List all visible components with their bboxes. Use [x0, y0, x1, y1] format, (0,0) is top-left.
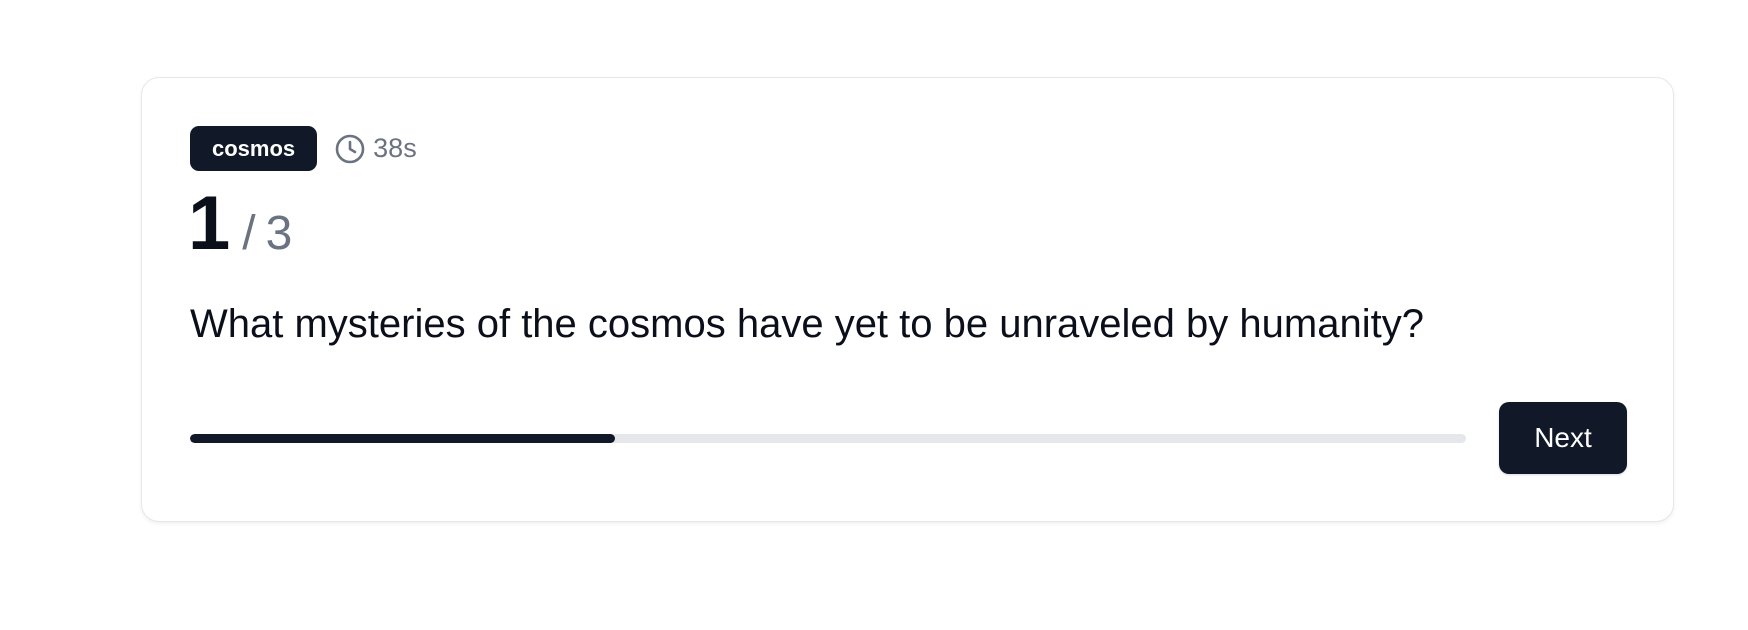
current-question-number: 1 — [188, 181, 231, 266]
progress-fill — [190, 434, 615, 443]
clock-icon — [335, 134, 365, 163]
timer: 38s — [334, 133, 417, 165]
question-text: What mysteries of the cosmos have yet to… — [190, 302, 1424, 346]
quiz-meta: cosmos 38s — [190, 126, 417, 171]
next-button[interactable]: Next — [1499, 402, 1627, 474]
progress-bar — [190, 434, 1466, 443]
timer-value: 38s — [373, 133, 417, 163]
counter-separator: / — [242, 207, 256, 260]
quiz-card: cosmos 38s 1 / 3 What mysteries of the c… — [141, 77, 1674, 522]
total-questions: 3 — [265, 207, 293, 260]
category-badge: cosmos — [190, 126, 318, 171]
question-counter: 1 / 3 — [188, 186, 292, 266]
